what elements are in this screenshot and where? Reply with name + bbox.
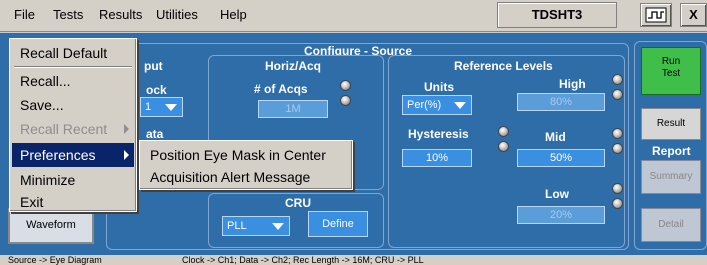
menu-item-recall-default[interactable]: Recall Default (12, 41, 134, 65)
menu-utilities[interactable]: Utilities (156, 7, 198, 22)
hysteresis-label: Hysteresis (408, 127, 469, 141)
menu-item-position-eye-mask[interactable]: Position Eye Mask in Center (142, 143, 350, 167)
report-title: Report (652, 144, 691, 158)
num-acqs-field[interactable]: 1M (258, 100, 328, 118)
high-label: High (559, 77, 586, 91)
chevron-down-icon (165, 104, 177, 111)
menu-bar: File Tests Results Utilities Help TDSHT3… (0, 0, 707, 32)
menu-tests[interactable]: Tests (53, 7, 83, 22)
mid-label: Mid (545, 130, 566, 144)
cru-dropdown[interactable]: PLL (222, 216, 290, 236)
hysteresis-field[interactable]: 10% (402, 149, 472, 167)
menu-item-save[interactable]: Save... (12, 93, 134, 117)
menu-results[interactable]: Results (99, 7, 142, 22)
menu-item-minimize[interactable]: Minimize (12, 168, 134, 192)
waveform-window-icon[interactable] (640, 3, 672, 27)
num-acqs-knob-icon[interactable] (340, 80, 351, 91)
menu-item-acquisition-alert[interactable]: Acquisition Alert Message (142, 165, 350, 189)
horiz-acq-title: Horiz/Acq (265, 59, 322, 73)
menu-item-recall-recent[interactable]: Recall Recent (12, 117, 134, 141)
high-knob-icon[interactable] (612, 74, 623, 85)
preferences-submenu: Position Eye Mask in Center Acquisition … (139, 140, 353, 190)
low-knob-icon[interactable] (612, 183, 623, 194)
input-title: put (144, 59, 163, 73)
cru-title: CRU (285, 196, 311, 210)
mid-knob-icon[interactable] (612, 128, 623, 139)
chevron-right-icon (124, 150, 129, 160)
file-menu: Recall Default Recall... Save... Recall … (9, 38, 137, 212)
close-icon[interactable]: X (680, 3, 707, 27)
run-test-button[interactable]: Run Test (641, 47, 701, 95)
num-acqs-fine-knob-icon[interactable] (340, 95, 351, 106)
menu-item-preferences[interactable]: Preferences (12, 143, 134, 167)
clock-label: ock (146, 83, 167, 97)
low-fine-knob-icon[interactable] (612, 198, 623, 209)
low-label: Low (545, 187, 569, 201)
chevron-down-icon (272, 223, 284, 230)
menu-item-exit[interactable]: Exit (12, 190, 134, 214)
summary-button[interactable]: Summary (641, 160, 701, 194)
define-button[interactable]: Define (308, 211, 368, 237)
data-label: ata (146, 127, 164, 141)
chevron-down-icon (454, 102, 466, 109)
high-fine-knob-icon[interactable] (612, 89, 623, 100)
num-acqs-label: # of Acqs (254, 82, 308, 96)
menu-file[interactable]: File (14, 7, 35, 22)
status-right: Clock -> Ch1; Data -> Ch2; Rec Length ->… (182, 255, 424, 265)
units-label: Units (424, 80, 454, 94)
low-field[interactable]: 20% (517, 206, 605, 224)
hysteresis-knob-icon[interactable] (498, 126, 509, 137)
hysteresis-fine-knob-icon[interactable] (498, 141, 509, 152)
mid-fine-knob-icon[interactable] (612, 143, 623, 154)
high-field[interactable]: 80% (517, 93, 605, 111)
result-button[interactable]: Result (641, 108, 701, 140)
menu-help[interactable]: Help (220, 7, 247, 22)
units-dropdown[interactable]: Per(%) (402, 95, 472, 115)
status-left: Source -> Eye Diagram (8, 255, 102, 265)
menu-separator (14, 66, 132, 68)
menu-item-recall[interactable]: Recall... (12, 69, 134, 93)
reference-levels-title: Reference Levels (454, 59, 553, 73)
chevron-right-icon (124, 124, 129, 134)
status-bar: Source -> Eye Diagram Clock -> Ch1; Data… (0, 255, 707, 265)
mid-field[interactable]: 50% (517, 149, 605, 167)
detail-button[interactable]: Detail (641, 208, 701, 242)
clock-dropdown[interactable]: 1 (140, 97, 183, 117)
app-title: TDSHT3 (497, 2, 617, 28)
